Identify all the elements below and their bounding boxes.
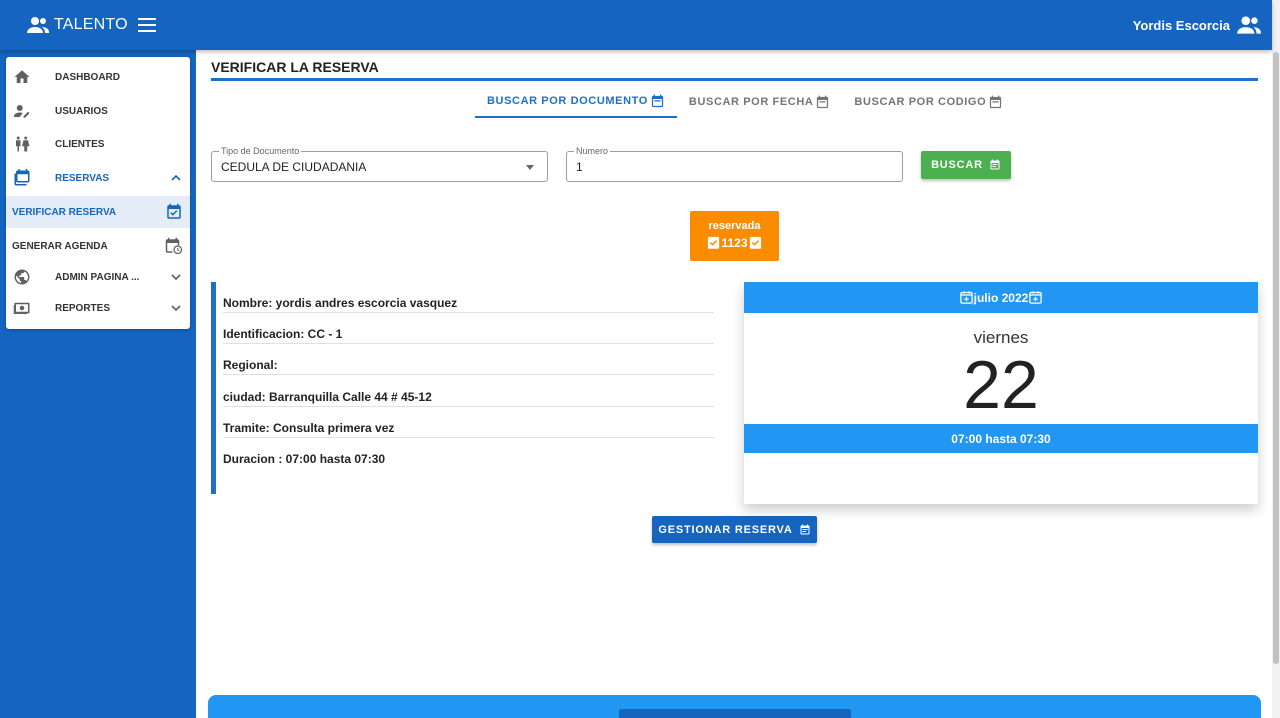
sidebar-nav: DASHBOARD USUARIOS CLIENTES RESERVAS VER… xyxy=(6,57,190,329)
number-value: 1 xyxy=(576,160,583,174)
chevron-down-icon xyxy=(171,274,181,281)
page-scrollbar[interactable] xyxy=(1272,0,1280,718)
dropdown-arrow-icon xyxy=(526,165,534,170)
status-badge: reservada 1123 xyxy=(690,211,779,261)
detail-regional: Regional: xyxy=(223,344,714,375)
doc-type-label: Tipo de Documento xyxy=(219,146,302,156)
reservation-details: Nombre: yordis andres escorcia vasquez I… xyxy=(211,282,714,494)
status-label: reservada xyxy=(708,220,761,232)
calendar-plus-icon xyxy=(1029,291,1043,304)
globe-icon xyxy=(14,269,30,285)
detail-identificacion: Identificacion: CC - 1 xyxy=(223,313,714,344)
tab-buscar-por-codigo[interactable]: BUSCAR POR CODIGO xyxy=(842,86,1015,118)
search-tabs: BUSCAR POR DOCUMENTO BUSCAR POR FECHA BU… xyxy=(475,86,1015,118)
calendar-month-header: julio 2022 xyxy=(744,282,1258,313)
calendar-plus-icon xyxy=(959,291,973,304)
calendar-icon xyxy=(990,159,1000,170)
calendar-weekday: viernes xyxy=(973,328,1029,347)
sidebar-item-label: REPORTES xyxy=(55,302,111,314)
number-label: Numero xyxy=(574,146,611,156)
detail-nombre: Nombre: yordis andres escorcia vasquez xyxy=(223,282,714,313)
tab-label: BUSCAR POR CODIGO xyxy=(854,96,987,108)
sidebar-item-verificar-reserva[interactable]: VERIFICAR RESERVA xyxy=(6,196,190,228)
app-title: TALENTO xyxy=(54,16,128,33)
tab-label: BUSCAR POR FECHA xyxy=(688,96,814,108)
calendar-icon xyxy=(651,94,664,107)
sidebar-item-clientes[interactable]: CLIENTES xyxy=(6,129,190,159)
detail-tramite: Tramite: Consulta primera vez xyxy=(223,407,714,438)
footer xyxy=(208,695,1261,718)
top-app-bar: TALENTO Yordis Escorcia xyxy=(0,0,1272,50)
detail-ciudad: ciudad: Barranquilla Calle 44 # 45-12 xyxy=(223,376,714,407)
menu-icon[interactable] xyxy=(137,18,156,32)
tab-buscar-por-documento[interactable]: BUSCAR POR DOCUMENTO xyxy=(475,86,677,118)
sidebar-item-reservas[interactable]: RESERVAS xyxy=(6,163,190,193)
user-name: Yordis Escorcia xyxy=(1132,17,1230,33)
clipboard-check-icon xyxy=(708,236,720,249)
sidebar-item-label: CLIENTES xyxy=(55,138,105,150)
calendar-icon xyxy=(817,95,829,108)
footer-social-bar xyxy=(619,709,851,718)
sidebar-item-generar-agenda[interactable]: GENERAR AGENDA xyxy=(6,230,190,262)
chevron-up-icon xyxy=(171,174,181,181)
people-icon xyxy=(16,136,30,152)
clipboard-check-icon xyxy=(749,236,761,249)
tab-label: BUSCAR POR DOCUMENTO xyxy=(487,95,648,107)
calendar-stack-icon xyxy=(14,169,30,186)
calendar-clock-icon xyxy=(165,237,183,255)
detail-duracion: Duracion : 07:00 hasta 07:30 xyxy=(223,452,386,466)
chevron-down-icon xyxy=(171,305,181,312)
manage-reservation-label: GESTIONAR RESERVA xyxy=(658,523,793,536)
manage-reservation-button[interactable]: GESTIONAR RESERVA xyxy=(652,516,817,543)
reservation-code-value: 1123 xyxy=(721,235,748,250)
sidebar-item-label: USUARIOS xyxy=(55,105,108,117)
calendar-day: 22 xyxy=(963,347,1039,423)
sidebar-item-label: RESERVAS xyxy=(55,172,110,184)
users-icon xyxy=(1237,16,1261,34)
search-button[interactable]: BUSCAR xyxy=(921,151,1011,179)
calendar-time-range: 07:00 hasta 07:30 xyxy=(744,424,1258,453)
sidebar-item-label: ADMIN PAGINA ... xyxy=(55,271,140,283)
brand: TALENTO xyxy=(26,13,128,37)
sidebar-item-dashboard[interactable]: DASHBOARD xyxy=(6,62,190,92)
calendar-month: julio 2022 xyxy=(973,290,1029,305)
search-button-label: BUSCAR xyxy=(931,159,983,171)
calendar-check-icon xyxy=(167,203,181,219)
sidebar-item-label: GENERAR AGENDA xyxy=(12,240,108,252)
page-title: VERIFICAR LA RESERVA xyxy=(211,59,379,75)
sidebar-item-reportes[interactable]: REPORTES xyxy=(6,293,190,323)
calendar-icon xyxy=(800,524,810,534)
reservation-code: 1123 xyxy=(690,235,779,250)
users-icon xyxy=(27,17,49,33)
sidebar-item-admin-pagina[interactable]: ADMIN PAGINA ... xyxy=(6,262,190,292)
user-edit-icon xyxy=(13,105,30,118)
sidebar-item-label: VERIFICAR RESERVA xyxy=(12,206,117,218)
number-input[interactable]: Numero 1 xyxy=(566,146,903,182)
home-icon xyxy=(14,70,30,83)
sidebar-item-usuarios[interactable]: USUARIOS xyxy=(6,96,190,126)
tab-buscar-por-fecha[interactable]: BUSCAR POR FECHA xyxy=(677,86,843,118)
sidebar-item-label: DASHBOARD xyxy=(55,71,120,83)
doc-type-value: CEDULA DE CIUDADANIA xyxy=(221,160,367,174)
cash-icon xyxy=(13,302,30,314)
calendar-card: julio 2022 viernes 22 07:00 hasta 07:30 xyxy=(744,282,1258,504)
calendar-icon xyxy=(990,95,1002,108)
user-menu[interactable]: Yordis Escorcia xyxy=(1133,12,1262,38)
doc-type-select[interactable]: Tipo de Documento CEDULA DE CIUDADANIA xyxy=(211,146,548,182)
title-divider xyxy=(211,78,1258,81)
